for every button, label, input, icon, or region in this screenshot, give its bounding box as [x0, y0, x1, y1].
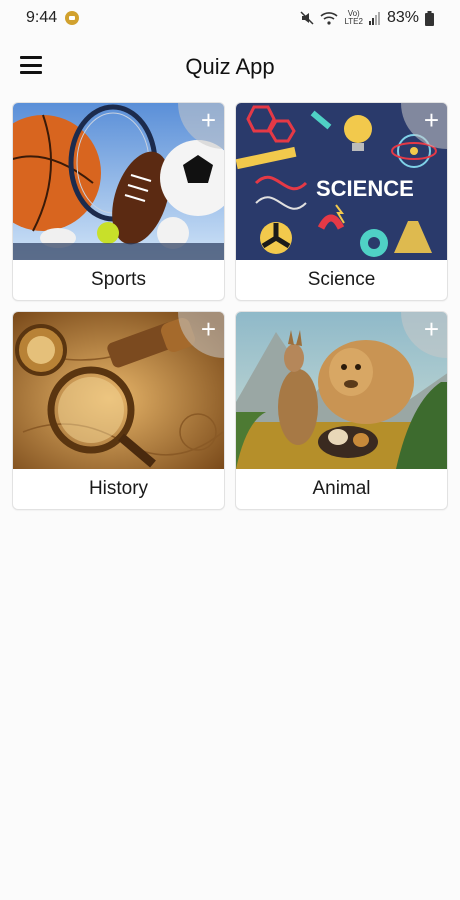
status-time: 9:44: [26, 9, 58, 26]
animal-image: +: [236, 312, 447, 469]
category-label: Sports: [91, 269, 146, 290]
category-grid: + Sports SCIENCE + Science + History + A…: [12, 102, 448, 510]
status-right: Vo) LTE2 83%: [300, 9, 434, 27]
status-bar: 9:44 Vo) LTE2 83%: [0, 0, 460, 36]
category-label: History: [88, 478, 149, 499]
battery-icon: [425, 10, 434, 26]
science-image: SCIENCE +: [236, 103, 447, 260]
battery-percent: 83%: [386, 9, 419, 26]
category-card-history[interactable]: + History: [12, 311, 225, 510]
lte-label: LTE2: [344, 17, 363, 26]
lte-indicator: Vo) LTE2: [344, 10, 363, 26]
history-image: +: [13, 312, 224, 469]
category-label: Science: [307, 269, 376, 290]
sports-image: +: [13, 103, 224, 260]
signal-icon: [368, 12, 380, 25]
category-card-sports[interactable]: + Sports: [12, 102, 225, 301]
svg-text:SCIENCE: SCIENCE: [316, 176, 414, 201]
app-bar: Quiz App: [0, 36, 460, 98]
status-left: 9:44: [26, 9, 80, 27]
notification-icon: [65, 11, 80, 25]
category-label: Animal: [312, 478, 371, 499]
wifi-icon: [320, 12, 338, 25]
category-card-animal[interactable]: + Animal: [235, 311, 448, 510]
mute-icon: [300, 11, 314, 25]
page-title: Quiz App: [185, 54, 275, 79]
category-card-science[interactable]: SCIENCE + Science: [235, 102, 448, 301]
